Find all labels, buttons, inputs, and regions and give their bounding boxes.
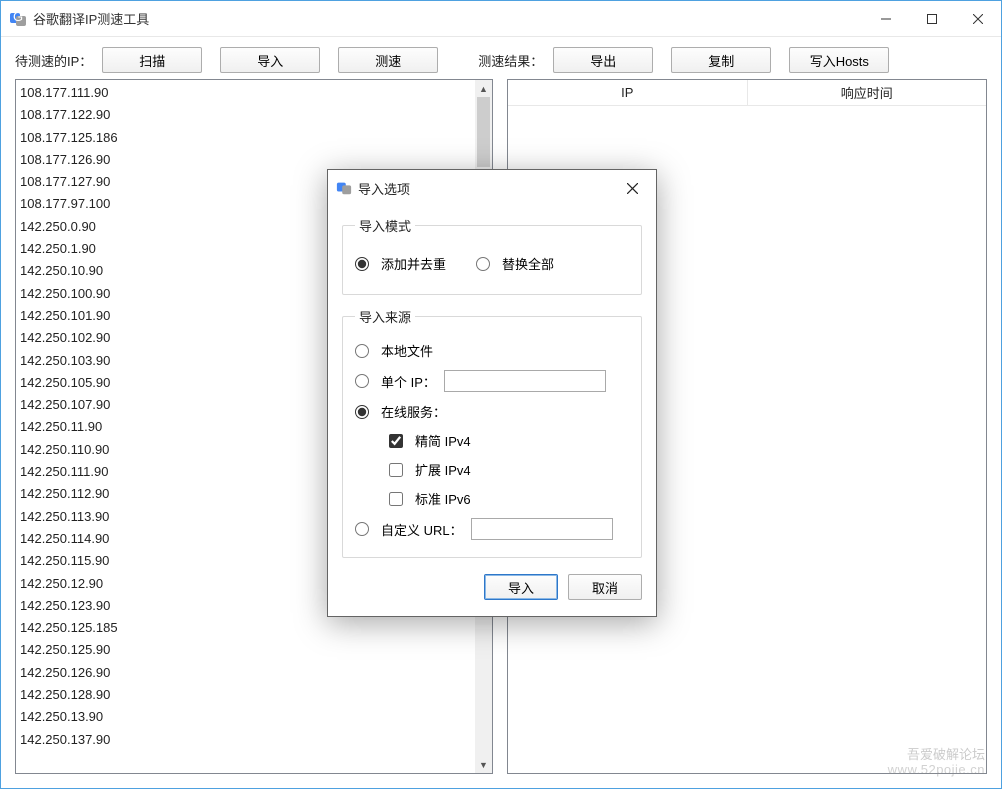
source-custom-url-option[interactable]: 自定义 URL： bbox=[355, 513, 629, 545]
source-single-ip-option[interactable]: 单个 IP： bbox=[355, 365, 629, 397]
source-local-label: 本地文件 bbox=[381, 341, 433, 360]
custom-url-input[interactable] bbox=[471, 518, 613, 540]
source-online-option[interactable]: 在线服务： bbox=[355, 397, 629, 426]
ipv4-lite-checkbox[interactable] bbox=[389, 434, 403, 448]
source-custom-url-radio[interactable] bbox=[355, 522, 369, 536]
import-dialog: 导入选项 导入模式 添加并去重 替换全部 bbox=[327, 169, 657, 617]
ipv6-std-option[interactable]: 标准 IPv6 bbox=[355, 484, 629, 513]
source-online-label: 在线服务： bbox=[381, 402, 446, 421]
dialog-titlebar[interactable]: 导入选项 bbox=[328, 170, 656, 206]
source-online-radio[interactable] bbox=[355, 405, 369, 419]
dialog-overlay: 导入选项 导入模式 添加并去重 替换全部 bbox=[1, 1, 1001, 788]
mode-replace-radio[interactable] bbox=[476, 257, 490, 271]
mode-replace-option[interactable]: 替换全部 bbox=[476, 249, 554, 278]
mode-append-option[interactable]: 添加并去重 bbox=[355, 249, 446, 278]
app-window: G 谷歌翻译IP测速工具 待测速的IP： 扫描 导入 测速 测速结果： 导出 复… bbox=[0, 0, 1002, 789]
ipv4-ext-option[interactable]: 扩展 IPv4 bbox=[355, 455, 629, 484]
single-ip-input[interactable] bbox=[444, 370, 606, 392]
ipv4-ext-checkbox[interactable] bbox=[389, 463, 403, 477]
mode-append-radio[interactable] bbox=[355, 257, 369, 271]
source-local-option[interactable]: 本地文件 bbox=[355, 336, 629, 365]
close-icon bbox=[627, 183, 638, 194]
import-mode-legend: 导入模式 bbox=[355, 216, 415, 235]
import-mode-group: 导入模式 添加并去重 替换全部 bbox=[342, 216, 642, 295]
ipv4-ext-label: 扩展 IPv4 bbox=[415, 460, 471, 479]
source-single-ip-label: 单个 IP： bbox=[381, 372, 436, 391]
import-source-group: 导入来源 本地文件 单个 IP： 在线服务： bbox=[342, 307, 642, 558]
dialog-close-button[interactable] bbox=[614, 174, 650, 202]
dialog-actions: 导入 取消 bbox=[342, 570, 642, 606]
dialog-title: 导入选项 bbox=[358, 179, 410, 198]
mode-append-label: 添加并去重 bbox=[381, 254, 446, 273]
source-local-radio[interactable] bbox=[355, 344, 369, 358]
dialog-cancel-button[interactable]: 取消 bbox=[568, 574, 642, 600]
ipv6-std-label: 标准 IPv6 bbox=[415, 489, 471, 508]
dialog-import-button[interactable]: 导入 bbox=[484, 574, 558, 600]
source-single-ip-radio[interactable] bbox=[355, 374, 369, 388]
ipv4-lite-option[interactable]: 精简 IPv4 bbox=[355, 426, 629, 455]
dialog-body: 导入模式 添加并去重 替换全部 导入来源 bbox=[328, 206, 656, 616]
dialog-icon bbox=[336, 180, 352, 196]
ipv4-lite-label: 精简 IPv4 bbox=[415, 431, 471, 450]
import-source-legend: 导入来源 bbox=[355, 307, 415, 326]
mode-replace-label: 替换全部 bbox=[502, 254, 554, 273]
ipv6-std-checkbox[interactable] bbox=[389, 492, 403, 506]
source-custom-url-label: 自定义 URL： bbox=[381, 520, 463, 539]
